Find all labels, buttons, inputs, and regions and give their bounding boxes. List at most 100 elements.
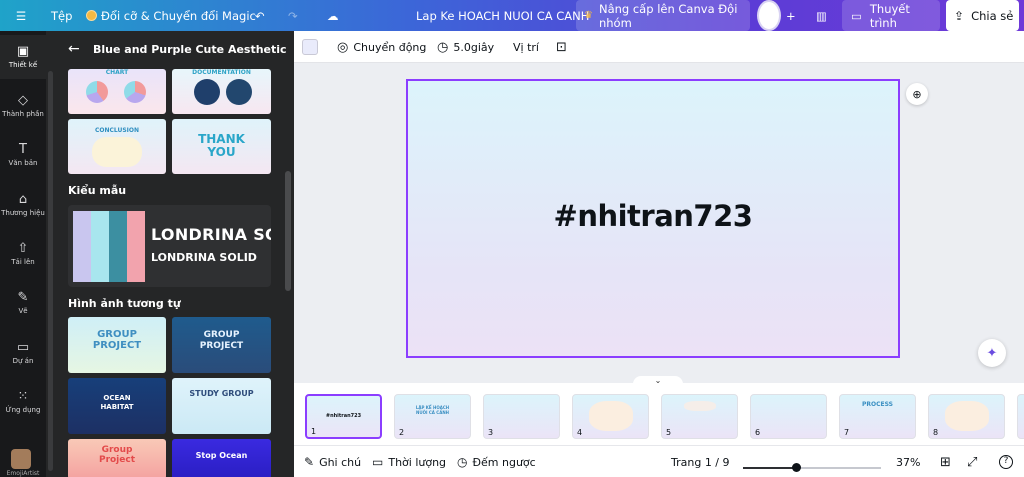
share-label: Chia sẻ xyxy=(971,8,1014,23)
rail-item-label: Dự án xyxy=(12,357,34,365)
zoom-slider[interactable] xyxy=(743,463,881,472)
similar-thumb-label: OCEAN HABITAT xyxy=(100,394,134,411)
top-bar: ☰ Tệp Đổi cỡ & Chuyển đổi Magic ↶ ↷ ☁ La… xyxy=(0,0,1024,31)
page-thumb[interactable]: LẬP KẾ HOẠCH NUÔI CÁ CẢNH 2 xyxy=(394,394,471,439)
help-icon[interactable]: ? xyxy=(999,446,1013,477)
crown-icon xyxy=(86,10,97,21)
similar-thumb[interactable]: STUDY GROUP xyxy=(172,378,271,434)
bottom-bar: ✎ Ghi chú ▭ Thời lượng ◷ Đếm ngược Trang… xyxy=(294,445,1024,477)
slide-text[interactable]: #nhitran723 xyxy=(408,199,898,233)
insights-icon[interactable]: ▥ xyxy=(816,0,827,31)
duration-toggle[interactable]: ▭ Thời lượng xyxy=(372,446,446,477)
rail-item-label: Tải lên xyxy=(11,258,35,266)
present-button[interactable]: ▭ Thuyết trình xyxy=(842,0,940,31)
similar-thumb[interactable]: GROUP PROJECT xyxy=(68,317,166,373)
clock-icon: ◷ xyxy=(437,39,449,55)
hamburger-icon[interactable]: ☰ xyxy=(11,0,31,31)
position-button[interactable]: Vị trí xyxy=(513,31,539,63)
elements-icon: ◇ xyxy=(18,93,28,108)
duration-toggle-label: Thời lượng xyxy=(388,455,447,469)
slide-canvas[interactable]: #nhitran723 xyxy=(406,79,900,358)
notes-button[interactable]: ✎ Ghi chú xyxy=(304,446,361,477)
page-thumb-text: LẬP KẾ HOẠCH NUÔI CÁ CẢNH xyxy=(415,405,450,415)
upgrade-label: Nâng cấp lên Canva Đội nhóm xyxy=(598,1,738,30)
style-heading: Kiểu mẫu xyxy=(68,184,127,197)
animate-button[interactable]: ◎ Chuyển động xyxy=(337,31,426,63)
redo-icon[interactable]: ↷ xyxy=(288,0,298,31)
similar-thumb-label: Group Project xyxy=(98,445,136,465)
background-color-button[interactable] xyxy=(302,39,318,55)
cloud-save-icon[interactable]: ☁ xyxy=(327,0,339,31)
page-thumb[interactable]: 3 xyxy=(483,394,560,439)
template-thumb-label: DOCUMENTATION xyxy=(192,69,251,76)
add-collaborator-icon[interactable]: + xyxy=(786,0,796,31)
share-button[interactable]: ⇪ Chia sẻ xyxy=(946,0,1019,31)
timer-label: Đếm ngược xyxy=(472,455,536,469)
timer-button[interactable]: ◷ Đếm ngược xyxy=(457,446,536,477)
animate-label: Chuyển động xyxy=(353,40,427,54)
back-arrow-icon[interactable]: ← xyxy=(68,41,80,57)
share-icon: ⇪ xyxy=(954,8,965,23)
page-filmstrip: #nhitran723 1 LẬP KẾ HOẠCH NUÔI CÁ CẢNH … xyxy=(294,383,1024,445)
timer-icon: ◷ xyxy=(457,455,468,469)
rail-item-label: Thiết kế xyxy=(8,61,38,69)
grid-view-icon[interactable]: ⊞ xyxy=(940,446,951,477)
magic-resize-button[interactable]: Đổi cỡ & Chuyển đổi Magic xyxy=(86,0,256,31)
zoom-level[interactable]: 37% xyxy=(896,446,920,477)
page-thumb[interactable]: 6 xyxy=(750,394,827,439)
page-thumb[interactable]: 8 xyxy=(928,394,1005,439)
page-number: 4 xyxy=(577,428,583,437)
context-toolbar: ◎ Chuyển động ◷ 5.0giây Vị trí ⊡ xyxy=(294,31,1024,63)
rail-item-design[interactable]: ▣ Thiết kế xyxy=(0,35,46,79)
undo-icon[interactable]: ↶ xyxy=(255,0,265,31)
add-comment-icon[interactable]: ⊕ xyxy=(906,83,928,105)
magic-assistant-icon[interactable]: ✦ xyxy=(978,339,1006,367)
panel-scrollbar[interactable] xyxy=(285,171,291,291)
template-thumb-label: THANK YOU xyxy=(198,132,245,159)
fullscreen-icon[interactable]: ⤢ xyxy=(967,446,977,477)
rail-item-upload[interactable]: ⇧ Tải lên xyxy=(0,232,46,276)
template-thumb[interactable]: THANK YOU xyxy=(172,119,271,174)
page-thumb[interactable]: 4 xyxy=(572,394,649,439)
page-thumb-partial[interactable] xyxy=(1017,394,1024,439)
projects-icon: ▭ xyxy=(16,340,30,355)
similar-thumb-label: GROUP PROJECT xyxy=(199,330,244,351)
page-thumb[interactable]: PROCESS 7 xyxy=(839,394,916,439)
document-title[interactable]: Lap Ke HOACH NUOI CA CANH xyxy=(416,0,589,31)
rail-item-projects[interactable]: ▭ Dự án xyxy=(0,331,46,375)
design-panel: ← Blue and Purple Cute Aesthetic Group..… xyxy=(46,31,294,477)
notes-icon: ✎ xyxy=(304,455,315,469)
upgrade-button[interactable]: ♛ Nâng cấp lên Canva Đội nhóm xyxy=(576,0,750,31)
user-avatar[interactable]: ☺ xyxy=(757,0,781,31)
similar-thumb[interactable]: Stop Ocean xyxy=(172,439,271,477)
page-number: 6 xyxy=(755,428,761,437)
duration-button[interactable]: ◷ 5.0giây xyxy=(437,31,494,63)
rail-item-label: Thành phần xyxy=(2,110,44,118)
panel-scroll-track[interactable] xyxy=(48,71,53,471)
page-number: 8 xyxy=(933,428,939,437)
zoom-slider-knob[interactable] xyxy=(792,463,801,472)
template-thumb[interactable]: DOCUMENTATION xyxy=(172,69,271,114)
rail-item-text[interactable]: T Văn bản xyxy=(0,133,46,177)
page-number: 2 xyxy=(399,428,405,437)
similar-thumb[interactable]: Group Project xyxy=(68,439,166,477)
rail-item-elements[interactable]: ◇ Thành phần xyxy=(0,84,46,128)
similar-thumb[interactable]: GROUP PROJECT xyxy=(172,317,271,373)
page-thumb[interactable]: 5 xyxy=(661,394,738,439)
page-thumb[interactable]: #nhitran723 1 xyxy=(305,394,382,439)
rail-item-brand[interactable]: ⌂ Thương hiệu xyxy=(0,183,46,227)
rail-item-draw[interactable]: ✎ Vẽ xyxy=(0,281,46,325)
page-number: 1 xyxy=(311,427,317,436)
rail-item-apps[interactable]: ⁙ Ứng dụng xyxy=(0,380,46,424)
design-icon: ▣ xyxy=(16,44,30,59)
crown-icon: ♛ xyxy=(584,10,593,21)
avatar[interactable] xyxy=(11,449,31,469)
similar-thumb[interactable]: OCEAN HABITAT xyxy=(68,378,166,434)
style-card[interactable]: LONDRINA SOLID LONDRINA SOLID xyxy=(68,205,271,287)
lock-icon[interactable]: ⊡ xyxy=(556,31,567,63)
template-thumb[interactable]: CONCLUSION xyxy=(68,119,166,174)
template-thumb[interactable]: CHART xyxy=(68,69,166,114)
zoom-slider-fill xyxy=(743,467,796,469)
rail-item-label: Văn bản xyxy=(8,159,38,167)
file-menu[interactable]: Tệp xyxy=(51,0,72,31)
